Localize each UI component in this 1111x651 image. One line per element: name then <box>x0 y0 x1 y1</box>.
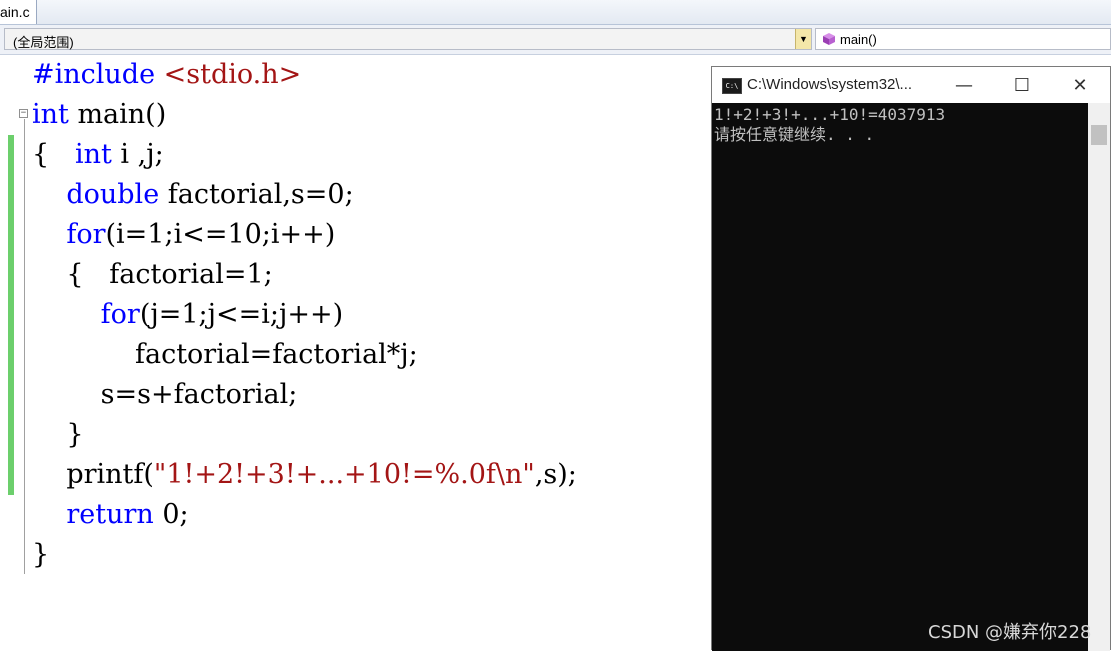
keyword: return <box>66 499 154 530</box>
keyword: for <box>66 219 106 250</box>
code-line-10: } <box>32 415 84 455</box>
code-line-5: for(i=1;i<=10;i++) <box>32 215 335 255</box>
collapse-toggle[interactable]: − <box>19 109 28 118</box>
code-text: s=s+factorial; <box>32 379 298 410</box>
vertical-scrollbar[interactable] <box>1088 103 1110 651</box>
code-line-6: { factorial=1; <box>32 255 273 295</box>
code-line-11: printf("1!+2!+3!+...+10!=%.0f\n",s); <box>32 455 577 495</box>
code-line-7: for(j=1;j<=i;j++) <box>32 295 343 335</box>
keyword: int <box>74 139 112 170</box>
code-line-1: #include <stdio.h> <box>32 55 301 95</box>
close-button[interactable]: ✕ <box>1051 67 1109 103</box>
console-output[interactable]: 1!+2!+3!+...+10!=4037913 请按任意键继续. . . <box>712 103 1088 651</box>
code-text: (j=1;j<=i;j++) <box>139 299 344 330</box>
code-text: factorial=factorial*j; <box>32 339 418 370</box>
code-text: printf( <box>32 459 154 490</box>
navigation-bar: (全局范围) ▼ main() <box>0 25 1111 55</box>
function-icon <box>823 33 835 45</box>
code-text: factorial,s=0; <box>159 179 354 210</box>
code-text: } <box>32 419 84 450</box>
keyword: double <box>66 179 160 210</box>
function-dropdown[interactable]: main() <box>815 28 1111 50</box>
change-indicator <box>8 135 14 495</box>
chevron-down-icon[interactable]: ▼ <box>795 29 811 49</box>
maximize-button[interactable]: ☐ <box>993 67 1051 103</box>
code-line-4: double factorial,s=0; <box>32 175 354 215</box>
cmd-icon: C:\ <box>722 78 742 94</box>
code-line-3: { int i ,j; <box>32 135 164 175</box>
keyword: for <box>100 299 140 330</box>
function-dropdown-value: main() <box>840 32 877 47</box>
minimize-button[interactable]: — <box>935 67 993 103</box>
console-window[interactable]: C:\ C:\Windows\system32\... — ☐ ✕ 1!+2!+… <box>711 66 1111 651</box>
code-text: } <box>32 539 50 570</box>
code-line-9: s=s+factorial; <box>32 375 298 415</box>
code-line-13: } <box>32 535 49 575</box>
scope-dropdown-value: (全局范围) <box>13 35 74 50</box>
include-header: <stdio.h> <box>163 59 302 90</box>
code-line-12: return 0; <box>32 495 189 535</box>
scrollbar-thumb[interactable] <box>1091 125 1107 145</box>
string-literal: "1!+2!+3!+...+10!=%.0f\n" <box>153 459 535 490</box>
console-titlebar[interactable]: C:\ C:\Windows\system32\... — ☐ ✕ <box>712 67 1110 103</box>
code-text: { factorial=1; <box>32 259 273 290</box>
preprocessor-directive: #include <box>32 59 156 90</box>
watermark: CSDN @嫌弃你228 <box>928 622 1092 643</box>
code-text: (i=1;i<=10;i++) <box>105 219 336 250</box>
keyword: int <box>32 99 69 130</box>
file-tab[interactable]: ain.c <box>0 0 37 24</box>
code-text: main() <box>68 99 167 130</box>
outline-guide <box>24 119 25 574</box>
console-output-line: 请按任意键继续. . . <box>714 125 875 144</box>
document-tab-strip: ain.c <box>0 0 1111 25</box>
code-line-2: int main() <box>32 95 166 135</box>
code-text: ,s); <box>534 459 577 490</box>
console-output-line: 1!+2!+3!+...+10!=4037913 <box>714 105 946 124</box>
code-text: 0; <box>153 499 189 530</box>
scope-dropdown[interactable]: (全局范围) ▼ <box>4 28 812 50</box>
file-tab-label: ain.c <box>0 4 30 20</box>
code-text: { <box>32 139 75 170</box>
code-line-8: factorial=factorial*j; <box>32 335 418 375</box>
console-title: C:\Windows\system32\... <box>747 76 913 93</box>
code-text: i ,j; <box>111 139 164 170</box>
